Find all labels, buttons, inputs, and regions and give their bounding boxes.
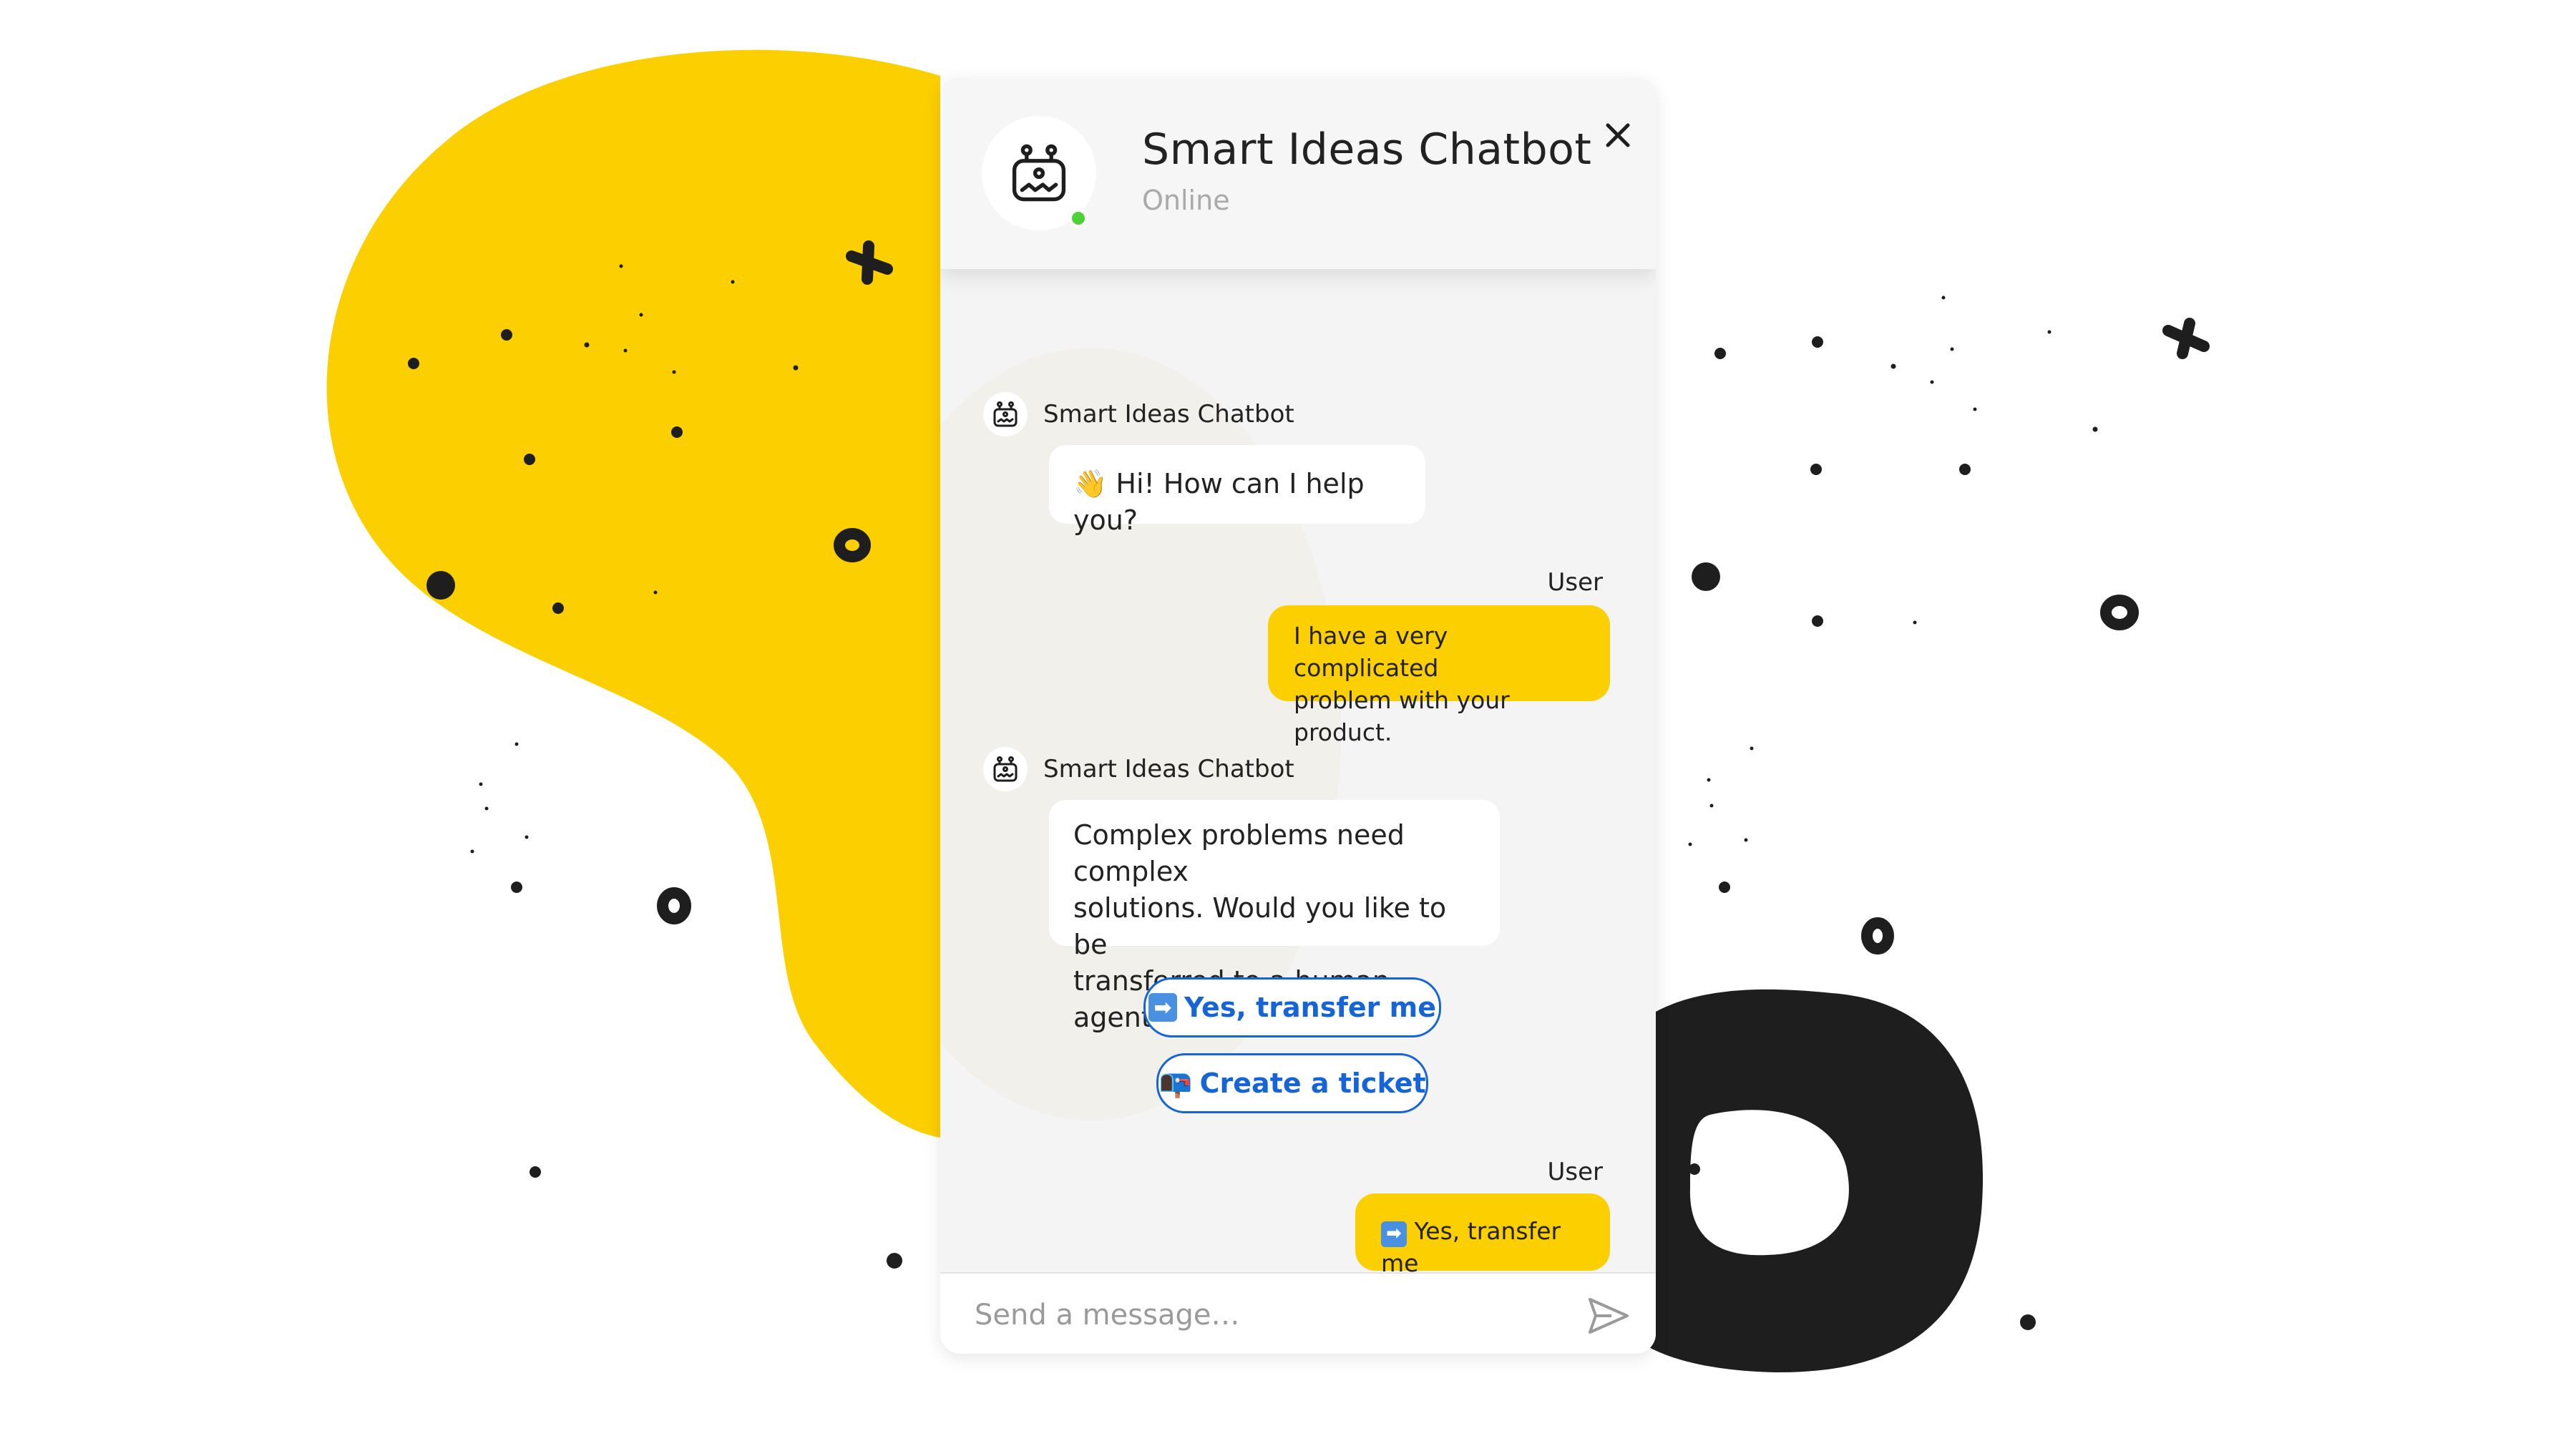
chat-widget: Smart Ideas Chatbot 👋 Hi! How can I help…	[940, 77, 1656, 1354]
online-status-dot	[1069, 209, 1088, 228]
speck	[1930, 380, 1934, 384]
speck	[1707, 778, 1711, 782]
user-sender-label: User	[1547, 568, 1604, 597]
user-message-bubble: I have a very complicated problem with y…	[1268, 605, 1610, 746]
robot-icon	[1012, 144, 1066, 202]
message-sender-name: Smart Ideas Chatbot	[1043, 755, 1294, 783]
speck	[484, 806, 489, 811]
speck	[672, 370, 676, 374]
dot	[2020, 1314, 2036, 1330]
dot	[1689, 1163, 1700, 1175]
speck	[1688, 842, 1692, 846]
waving-hand-icon: 👋	[1073, 468, 1108, 499]
message-text-line: I have a very complicated	[1294, 622, 1448, 682]
close-icon	[1606, 123, 1630, 147]
speck	[470, 849, 474, 854]
dot	[530, 1166, 541, 1178]
dot	[1959, 464, 1971, 475]
bot-sender-row: Smart Ideas Chatbot	[983, 392, 1294, 436]
speck	[1744, 838, 1748, 842]
quick-reply-label: Yes, transfer me	[1184, 992, 1436, 1023]
dot	[524, 454, 535, 465]
speck	[1973, 407, 1977, 411]
dot	[501, 329, 512, 341]
ring-mark	[1861, 917, 1894, 954]
dot	[887, 1253, 902, 1269]
send-icon	[1589, 1298, 1629, 1334]
speck	[2047, 330, 2051, 334]
dot	[1719, 881, 1730, 893]
chat-header: Smart Ideas Chatbot Online	[940, 77, 1656, 269]
mailbox-icon: 📭	[1158, 1067, 1193, 1099]
cross-mark-right	[2162, 318, 2210, 359]
chatbot-title: Smart Ideas Chatbot	[1142, 124, 1592, 175]
speck	[639, 313, 643, 317]
dot	[671, 426, 683, 438]
yellow-blob	[326, 49, 940, 1138]
bot-sender-row: Smart Ideas Chatbot	[983, 747, 1294, 791]
quick-reply-label: Create a ticket	[1199, 1068, 1426, 1099]
message-text-line: problem with your product.	[1294, 686, 1510, 746]
robot-icon	[983, 747, 1028, 791]
dot	[1810, 464, 1822, 475]
speck	[1750, 746, 1754, 751]
chatbot-status: Online	[1142, 185, 1230, 216]
speck	[619, 264, 623, 268]
message-list[interactable]: Smart Ideas Chatbot 👋 Hi! How can I help…	[940, 269, 1656, 1344]
speck	[2092, 426, 2098, 432]
send-button[interactable]	[1587, 1296, 1630, 1335]
speck	[525, 835, 529, 839]
speck	[1709, 804, 1714, 808]
dot	[1812, 615, 1823, 627]
quick-reply-transfer-button[interactable]: ➡ Yes, transfer me	[1143, 977, 1441, 1037]
dot	[408, 358, 419, 369]
speck	[479, 782, 483, 786]
speck	[1913, 620, 1917, 625]
arrow-right-icon: ➡	[1381, 1221, 1407, 1247]
message-sender-name: Smart Ideas Chatbot	[1043, 400, 1294, 429]
message-input[interactable]	[973, 1289, 1548, 1341]
user-sender-label: User	[1547, 1158, 1604, 1186]
dot	[1692, 562, 1720, 591]
speck	[1890, 363, 1896, 369]
arrow-right-icon: ➡	[1148, 993, 1178, 1022]
dot	[511, 881, 522, 893]
speck	[1941, 296, 1946, 300]
message-text-line: Complex problems need complex	[1073, 819, 1405, 887]
bot-message-bubble: Complex problems need complex solutions.…	[1049, 800, 1500, 1033]
speck	[1950, 347, 1954, 351]
speck	[584, 342, 590, 348]
speck	[793, 365, 799, 371]
dot	[426, 571, 455, 600]
close-button[interactable]	[1593, 110, 1643, 160]
dot	[552, 602, 564, 614]
speck	[731, 280, 735, 284]
dot	[1812, 336, 1823, 348]
message-text-line: solutions. Would you like to be	[1073, 892, 1447, 960]
ring-mark	[657, 887, 691, 924]
bot-message-bubble: 👋 Hi! How can I help you?	[1049, 445, 1425, 536]
user-message-bubble: ➡ Yes, transfer me	[1355, 1193, 1610, 1277]
dot	[1714, 348, 1726, 359]
quick-reply-ticket-button[interactable]: 📭 Create a ticket	[1156, 1053, 1428, 1113]
speck	[514, 742, 519, 746]
robot-icon	[983, 392, 1028, 436]
ring-mark	[2100, 595, 2139, 630]
speck	[653, 590, 658, 595]
message-text: Yes, transfer me	[1381, 1217, 1561, 1277]
speck	[623, 348, 628, 353]
message-composer	[940, 1272, 1656, 1354]
